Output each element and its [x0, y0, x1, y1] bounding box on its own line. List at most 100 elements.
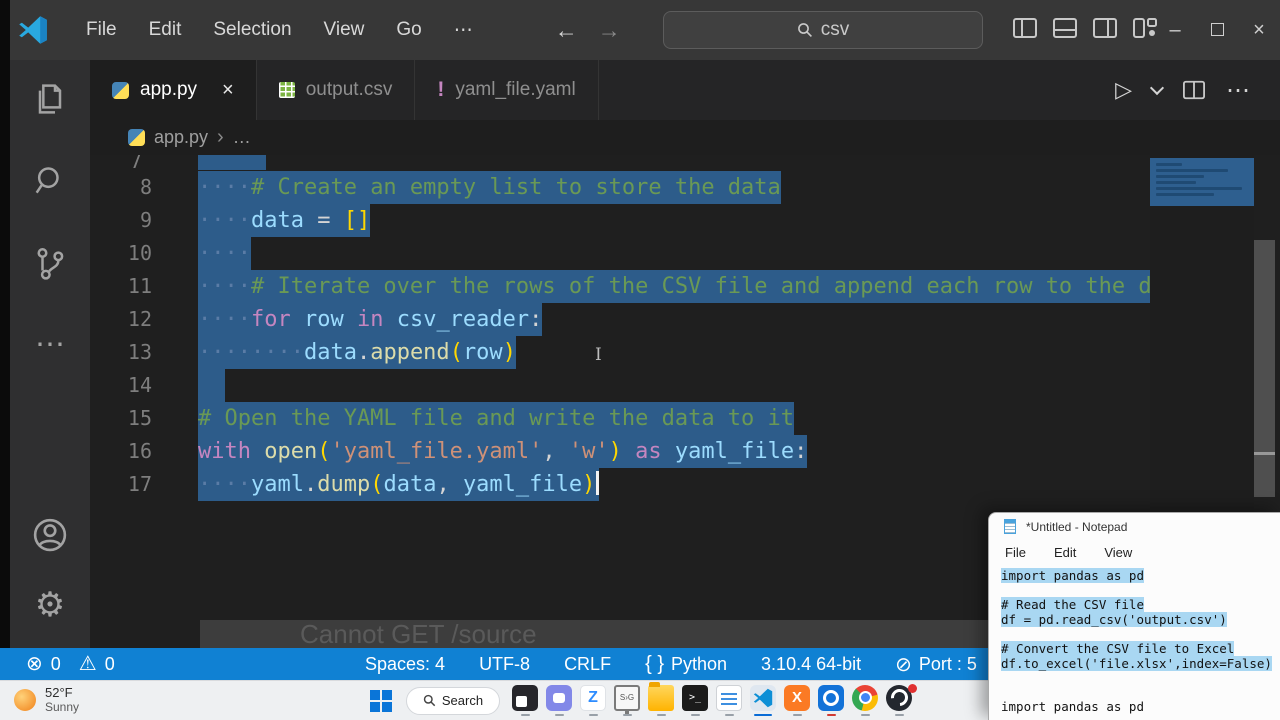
notepad-menu-view[interactable]: View: [1104, 545, 1132, 560]
split-editor-icon[interactable]: [1182, 79, 1206, 101]
code-line[interactable]: 12 ····for row in csv_reader:: [90, 303, 1150, 336]
token-var: row: [303, 307, 344, 332]
statusbar-item-spaces-4[interactable]: Spaces: 4: [365, 654, 445, 675]
back-arrow-icon[interactable]: ←: [555, 17, 578, 44]
start-button[interactable]: [364, 682, 398, 720]
restore-icon: [1210, 22, 1224, 36]
command-center-search[interactable]: csv: [663, 11, 983, 49]
notepad-line[interactable]: # Convert the CSV file to Excel: [1001, 640, 1280, 657]
notepad-line[interactable]: [1001, 584, 1280, 599]
toggle-secondary-sidebar-icon[interactable]: [1092, 16, 1118, 40]
menu-item-go[interactable]: Go: [380, 13, 437, 48]
restore-button[interactable]: [1196, 19, 1238, 42]
notepad-line[interactable]: # Read the CSV file: [1001, 597, 1280, 613]
notepad-line[interactable]: import pandas as pd: [1001, 568, 1280, 584]
statusbar-item-crlf[interactable]: CRLF: [564, 654, 611, 675]
selection-partial-line: [198, 155, 266, 170]
source-control-icon[interactable]: [27, 240, 73, 286]
code-line[interactable]: 10 ····: [90, 237, 1150, 270]
running-indicator: [690, 713, 700, 717]
taskbar-icon-vscode[interactable]: [746, 682, 780, 720]
taskbar-icon-teams[interactable]: [542, 682, 576, 720]
menu-item-view[interactable]: View: [308, 13, 381, 48]
notepad-line[interactable]: df = pd.read_csv('output.csv'): [1001, 611, 1280, 628]
menu-item-selection[interactable]: Selection: [197, 13, 307, 48]
tabs-host: app.py × output.csv! yaml_file.yaml: [90, 60, 599, 120]
task-view-icon: [512, 684, 538, 711]
notepad-content[interactable]: import pandas as pd # Read the CSV file df…: [989, 565, 1280, 715]
breadcrumb-more[interactable]: …: [233, 127, 251, 148]
token-fn: dump: [317, 472, 371, 497]
run-python-file-icon[interactable]: ▷: [1115, 77, 1132, 103]
token-com: # Create an empty list to store the data: [250, 175, 781, 200]
minimize-button[interactable]: –: [1154, 19, 1196, 42]
toggle-panel-icon[interactable]: [1052, 16, 1078, 40]
menu-item-edit[interactable]: Edit: [133, 13, 198, 48]
tab-yaml_file-yaml[interactable]: ! yaml_file.yaml: [415, 60, 599, 120]
taskbar-icon-screen-share[interactable]: S›G: [610, 682, 644, 720]
menu-item-more[interactable]: ⋯: [438, 13, 489, 48]
run-dropdown-chevron-icon[interactable]: [1149, 80, 1165, 96]
statusbar-item-port-5[interactable]: ⊘ Port : 5: [895, 652, 977, 677]
code-line[interactable]: 13 ········data.append(row): [90, 336, 1150, 369]
notepad-line[interactable]: [1001, 671, 1280, 686]
more-views-icon[interactable]: ⋯: [27, 322, 73, 368]
breadcrumb[interactable]: app.py › …: [90, 120, 1280, 155]
statusbar-item-python[interactable]: { } Python: [645, 653, 727, 676]
notepad-title-text: *Untitled - Notepad: [1026, 519, 1128, 534]
statusbar-item-utf-8[interactable]: UTF-8: [479, 654, 530, 675]
mouse-ibeam-cursor: I: [595, 345, 602, 365]
notepad-line[interactable]: import pandas as pd: [1001, 700, 1280, 715]
close-tab-icon[interactable]: ×: [222, 79, 234, 102]
taskbar-icon-zoom-app[interactable]: Z: [576, 682, 610, 720]
breadcrumb-file[interactable]: app.py: [154, 127, 208, 148]
code-line[interactable]: 17 ····yaml.dump(data, yaml_file): [90, 468, 1150, 501]
close-button[interactable]: ×: [1238, 19, 1280, 42]
notepad-line[interactable]: [1001, 686, 1280, 701]
taskbar-search[interactable]: Search: [406, 686, 500, 715]
taskbar-icon-file-explorer[interactable]: [644, 681, 678, 720]
taskbar-icon-xampp[interactable]: X: [780, 682, 814, 720]
notepad-line-text: import pandas as pd: [1001, 568, 1144, 583]
terminal-icon: >_: [682, 684, 708, 711]
statusbar-item-label: UTF-8: [479, 653, 531, 674]
toggle-sidebar-icon[interactable]: [1012, 16, 1038, 40]
running-indicator: [622, 713, 632, 717]
code-line[interactable]: 16 with open('yaml_file.yaml', 'w') as ya…: [90, 435, 1150, 468]
code-line[interactable]: 15 # Open the YAML file and write the dat…: [90, 402, 1150, 435]
taskbar-icon-media-app[interactable]: [814, 682, 848, 720]
token-pun: .: [303, 472, 318, 497]
code-line[interactable]: 11 ····# Iterate over the rows of the CSV…: [90, 270, 1150, 303]
scrollbar[interactable]: [1254, 240, 1275, 497]
tab-app-py[interactable]: app.py ×: [90, 60, 257, 120]
teams-icon: [546, 684, 572, 711]
code-line[interactable]: 8 ····# Create an empty list to store the…: [90, 171, 1150, 204]
notepad-window[interactable]: *Untitled - Notepad File Edit View import …: [988, 512, 1280, 720]
menu-item-file[interactable]: File: [70, 13, 133, 48]
taskbar-icon-notes[interactable]: [712, 682, 746, 720]
problems-indicator[interactable]: ⊗ 0 ⚠ 0: [26, 654, 115, 675]
search-sidebar-icon[interactable]: [27, 158, 73, 204]
more-actions-icon[interactable]: ⋯: [1226, 76, 1252, 105]
code-line[interactable]: 14: [90, 369, 1150, 402]
tab-output-csv[interactable]: output.csv: [257, 60, 416, 120]
accounts-icon[interactable]: [27, 512, 73, 558]
token-var: data: [383, 472, 437, 497]
code-line[interactable]: 9 ····data = []: [90, 204, 1150, 237]
forward-arrow-icon[interactable]: →: [598, 17, 621, 44]
taskbar-icon-terminal[interactable]: >_: [678, 682, 712, 720]
settings-gear-icon[interactable]: ⚙: [27, 582, 73, 628]
taskbar-icon-chrome[interactable]: [848, 682, 882, 720]
explorer-icon[interactable]: [27, 76, 73, 122]
media-app-icon: [818, 684, 844, 711]
statusbar-item-label: CRLF: [564, 653, 612, 674]
statusbar-item-3-10-4-64-bit[interactable]: 3.10.4 64-bit: [761, 654, 861, 675]
zoom-app-icon: Z: [580, 684, 606, 711]
notepad-menu-file[interactable]: File: [1005, 545, 1026, 560]
notepad-line[interactable]: [1001, 627, 1280, 642]
notepad-menu-edit[interactable]: Edit: [1054, 545, 1076, 560]
weather-widget[interactable]: 52°F Sunny: [14, 685, 79, 715]
notepad-line[interactable]: df.to_excel('file.xlsx',index=False): [1001, 655, 1280, 672]
taskbar-icon-task-view[interactable]: [508, 682, 542, 720]
taskbar-icon-obs[interactable]: [882, 682, 917, 720]
